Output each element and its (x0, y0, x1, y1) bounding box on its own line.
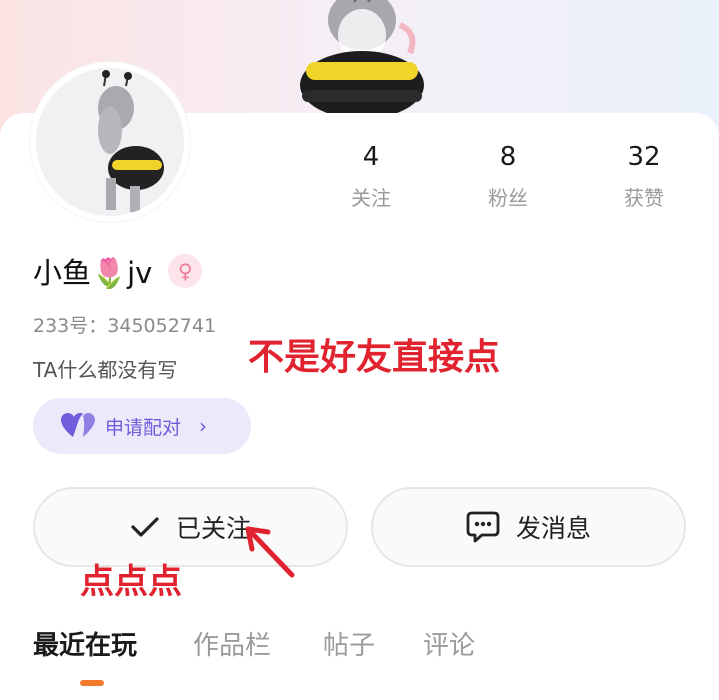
stat-label: 粉丝 (488, 186, 528, 210)
send-message-label: 发消息 (515, 514, 591, 543)
female-icon: ♀ (168, 254, 203, 288)
stat-value: 8 (499, 142, 517, 172)
request-pair-label: 申请配对 (105, 416, 182, 439)
tab-recently-played[interactable]: 最近在玩 (33, 625, 137, 662)
check-icon (131, 517, 159, 537)
avatar-bee-character (36, 68, 184, 216)
stat-label: 关注 (351, 186, 391, 210)
username-row: 小鱼🌷jv ♀ (33, 250, 203, 292)
tab-comments[interactable]: 评论 (423, 625, 475, 662)
heart-icon (61, 413, 95, 437)
chevron-right-icon: › (199, 414, 208, 438)
annotation-arrow-icon (245, 526, 295, 578)
stat-followers[interactable]: 8 粉丝 (453, 140, 563, 211)
stat-following[interactable]: 4 关注 (316, 140, 426, 211)
username: 小鱼🌷jv (33, 256, 153, 290)
active-tab-indicator (80, 680, 104, 686)
banner-character-image (300, 0, 424, 115)
request-pair-button[interactable]: 申请配对 › (33, 398, 251, 454)
stat-label: 获赞 (624, 186, 664, 210)
stat-value: 4 (362, 142, 380, 172)
user-avatar[interactable] (30, 62, 190, 222)
user-bio: TA什么都没有写 (33, 358, 178, 382)
tab-posts[interactable]: 帖子 (323, 625, 375, 662)
annotation-bottom-note: 点点点 (80, 562, 182, 602)
user-id: 233号：345052741 (33, 315, 217, 337)
send-message-button[interactable]: 发消息 (371, 487, 686, 567)
annotation-top-note: 不是好友直接点 (248, 337, 501, 378)
tab-works[interactable]: 作品栏 (193, 625, 271, 662)
stat-value: 32 (627, 142, 661, 172)
chat-bubble-icon (466, 511, 500, 543)
stat-likes[interactable]: 32 获赞 (589, 140, 699, 211)
